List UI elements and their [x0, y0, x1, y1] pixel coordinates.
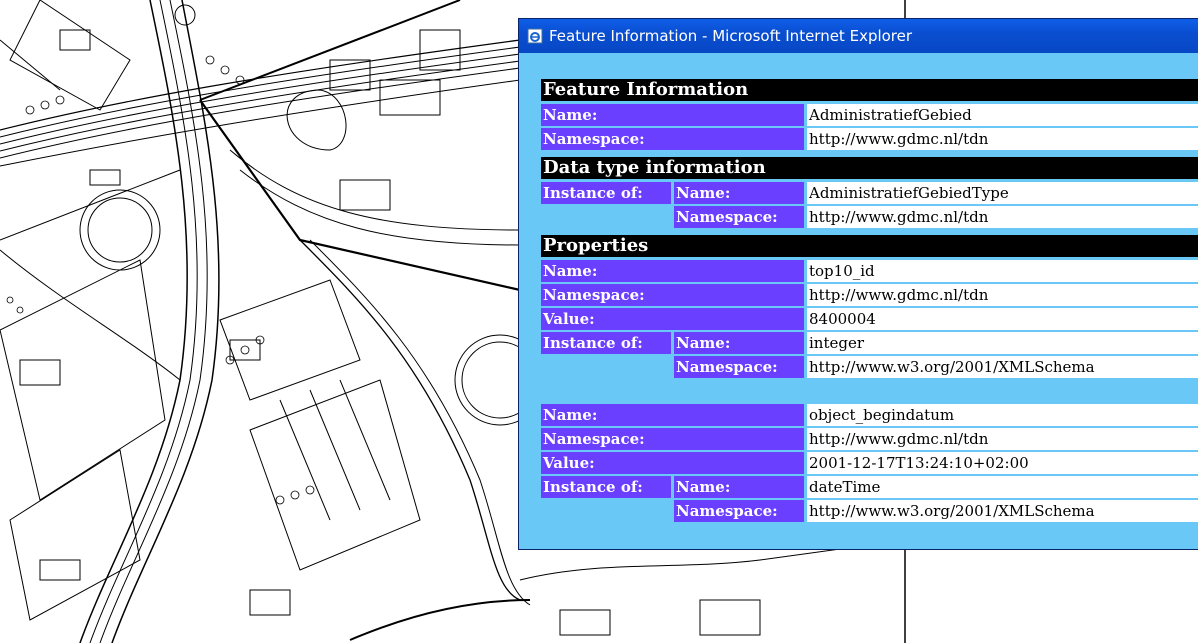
property-namespace-label: Namespace: [541, 284, 804, 306]
feature-name-value: AdministratiefGebied [807, 104, 1198, 126]
property-namespace-label: Namespace: [541, 428, 804, 450]
feature-info-window[interactable]: Feature Information - Microsoft Internet… [518, 18, 1198, 550]
data-type-instance-label: Instance of: [541, 182, 671, 204]
feature-namespace-value: http://www.gdmc.nl/tdn [807, 128, 1198, 150]
property-namespace-value: http://www.gdmc.nl/tdn [807, 428, 1198, 450]
window-content: Feature Information Name: Administratief… [523, 53, 1198, 545]
property-value-label: Value: [541, 452, 804, 474]
data-type-namespace-value: http://www.gdmc.nl/tdn [807, 206, 1198, 228]
property-name-label: Name: [541, 260, 804, 282]
property-type-namespace-label: Namespace: [674, 356, 804, 378]
properties-heading: Properties [541, 235, 1198, 257]
property-value-value: 8400004 [807, 308, 1198, 330]
property-type-namespace-label: Namespace: [674, 500, 804, 522]
property-type-name-value: dateTime [807, 476, 1198, 498]
property-type-name-value: integer [807, 332, 1198, 354]
data-type-name-label: Name: [674, 182, 804, 204]
window-title: Feature Information - Microsoft Internet… [549, 27, 913, 45]
feature-namespace-label: Namespace: [541, 128, 804, 150]
data-type-name-value: AdministratiefGebiedType [807, 182, 1198, 204]
data-type-namespace-label: Namespace: [674, 206, 804, 228]
property-type-namespace-value: http://www.w3.org/2001/XMLSchema [807, 500, 1198, 522]
property-value-label: Value: [541, 308, 804, 330]
property-name-label: Name: [541, 404, 804, 426]
property-name-value: object_begindatum [807, 404, 1198, 426]
property-instance-label: Instance of: [541, 332, 671, 354]
property-type-namespace-value: http://www.w3.org/2001/XMLSchema [807, 356, 1198, 378]
property-instance-label: Instance of: [541, 476, 671, 498]
feature-info-heading: Feature Information [541, 79, 1198, 101]
data-type-heading: Data type information [541, 157, 1198, 179]
window-titlebar[interactable]: Feature Information - Microsoft Internet… [519, 19, 1198, 53]
property-namespace-value: http://www.gdmc.nl/tdn [807, 284, 1198, 306]
property-name-value: top10_id [807, 260, 1198, 282]
feature-name-label: Name: [541, 104, 804, 126]
property-type-name-label: Name: [674, 476, 804, 498]
property-value-value: 2001-12-17T13:24:10+02:00 [807, 452, 1198, 474]
property-type-name-label: Name: [674, 332, 804, 354]
internet-explorer-icon [527, 28, 543, 44]
